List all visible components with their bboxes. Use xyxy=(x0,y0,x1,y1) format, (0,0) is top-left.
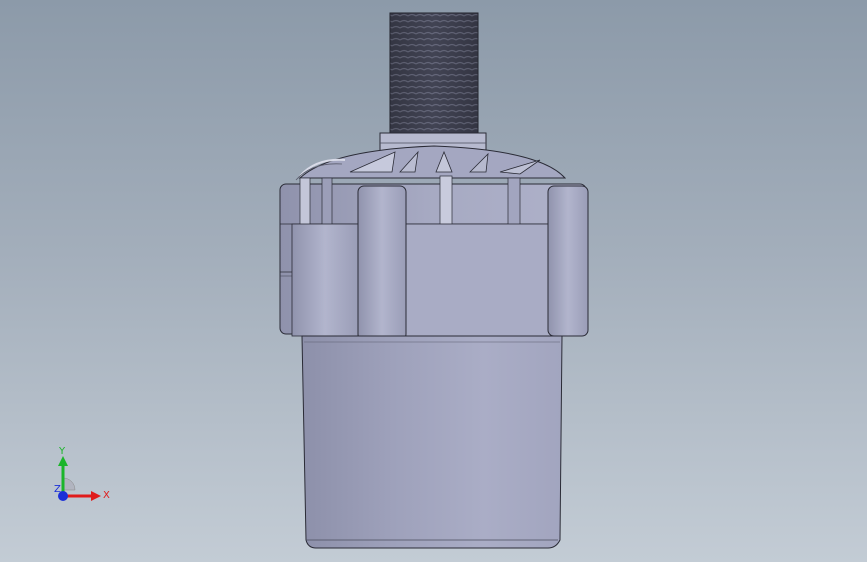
z-axis-label: Z xyxy=(54,484,61,495)
housing-pillar-right[interactable] xyxy=(547,185,589,337)
graphics-viewport[interactable]: Y X Z xyxy=(0,0,867,562)
coordinate-triad: Y X Z xyxy=(54,446,110,501)
housing-pillar-left[interactable] xyxy=(357,185,407,341)
housing-flange[interactable] xyxy=(279,175,587,337)
threaded-shaft[interactable] xyxy=(389,12,479,134)
3d-model[interactable] xyxy=(0,0,867,562)
motor-body[interactable] xyxy=(301,335,563,549)
impeller-fins[interactable] xyxy=(295,145,567,181)
x-axis-arrow xyxy=(63,491,101,501)
y-axis-label: Y xyxy=(58,446,66,457)
x-axis-label: X xyxy=(103,490,110,501)
